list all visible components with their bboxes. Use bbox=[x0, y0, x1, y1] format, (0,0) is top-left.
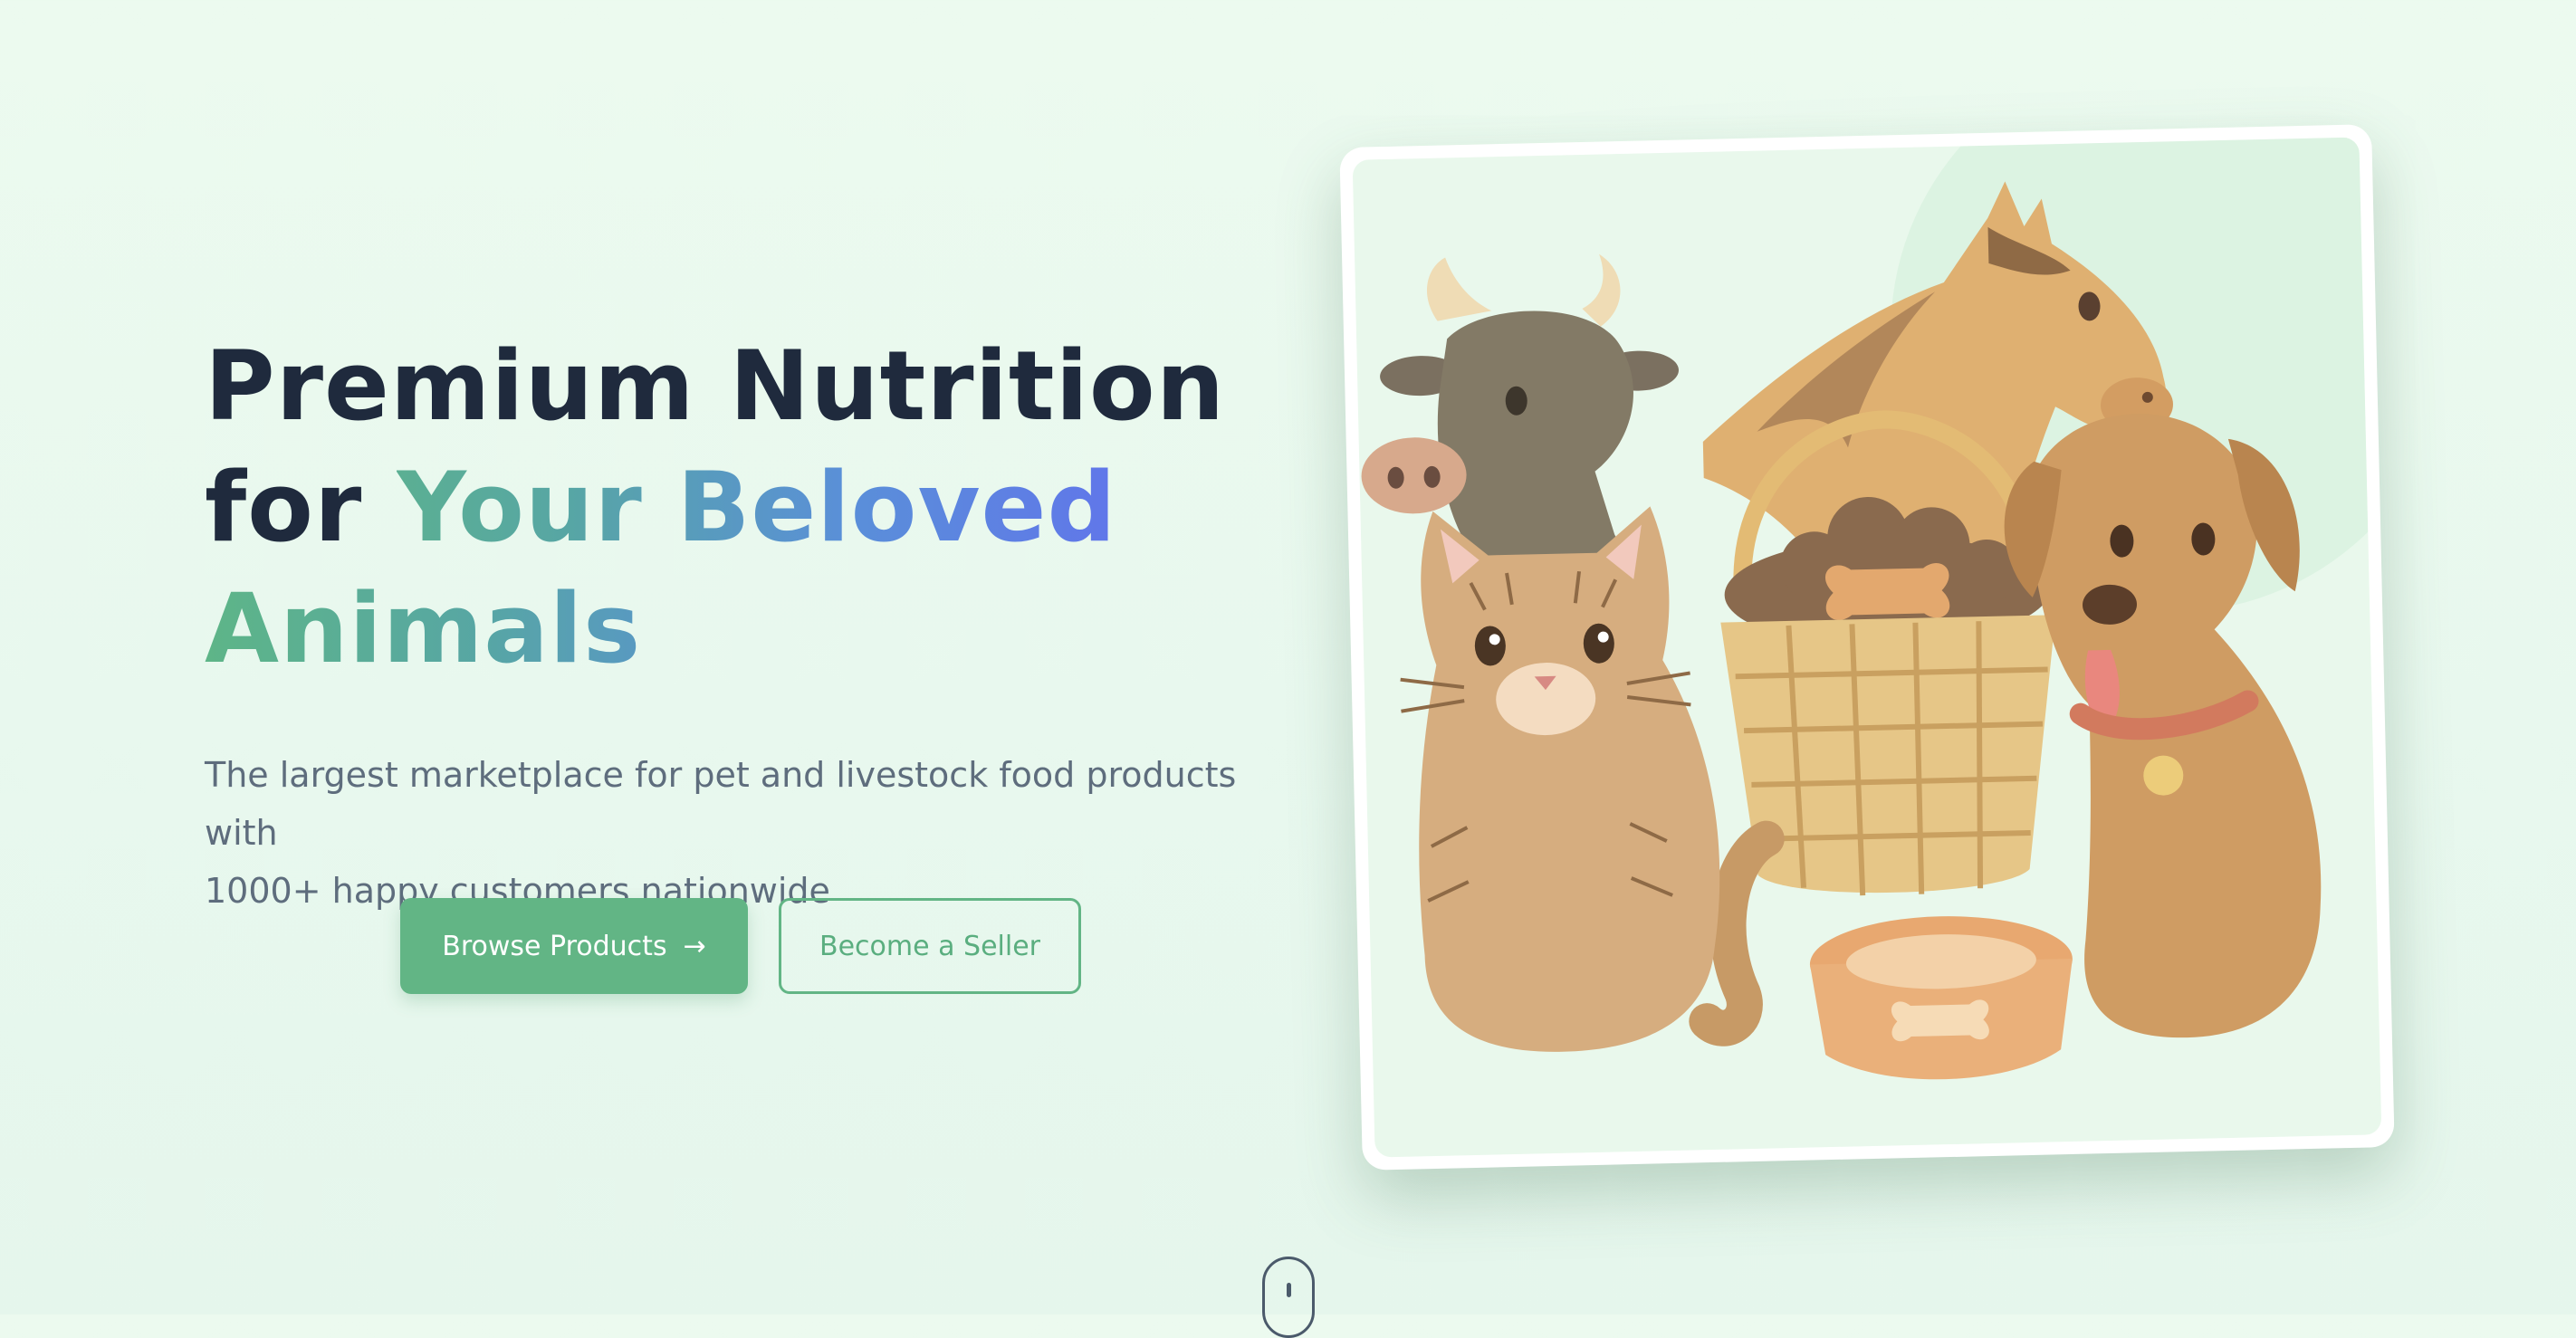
hero-title-plain: for bbox=[205, 452, 397, 563]
hero-title-line-2: for Your Beloved bbox=[205, 447, 1291, 569]
hero-title-line-1: Premium Nutrition bbox=[205, 330, 1226, 442]
hero-title: Premium Nutrition for Your Beloved Anima… bbox=[205, 326, 1291, 690]
become-seller-label: Become a Seller bbox=[819, 930, 1040, 962]
animals-illustration bbox=[1361, 137, 2382, 1080]
cat-illustration bbox=[1400, 506, 1785, 1052]
food-bowl-illustration bbox=[1809, 916, 2073, 1080]
hero-subtitle: The largest marketplace for pet and live… bbox=[205, 746, 1291, 920]
browse-products-label: Browse Products bbox=[442, 930, 667, 962]
become-seller-button[interactable]: Become a Seller bbox=[779, 898, 1081, 994]
arrow-right-icon: → bbox=[683, 930, 706, 962]
hero-title-accent: Your Beloved bbox=[397, 452, 1117, 563]
hero-illustration-card bbox=[1339, 124, 2395, 1171]
scroll-wheel-dot bbox=[1287, 1283, 1291, 1297]
hero-illustration bbox=[1352, 137, 2382, 1158]
hero-subtitle-line-1: The largest marketplace for pet and live… bbox=[205, 755, 1237, 853]
hero-title-line-3: Animals bbox=[205, 569, 1291, 690]
hero-actions: Browse Products → Become a Seller bbox=[400, 898, 1081, 994]
mouse-scroll-icon[interactable] bbox=[1262, 1257, 1315, 1338]
hero-section: Premium Nutrition for Your Beloved Anima… bbox=[205, 326, 1291, 920]
browse-products-button[interactable]: Browse Products → bbox=[400, 898, 748, 994]
